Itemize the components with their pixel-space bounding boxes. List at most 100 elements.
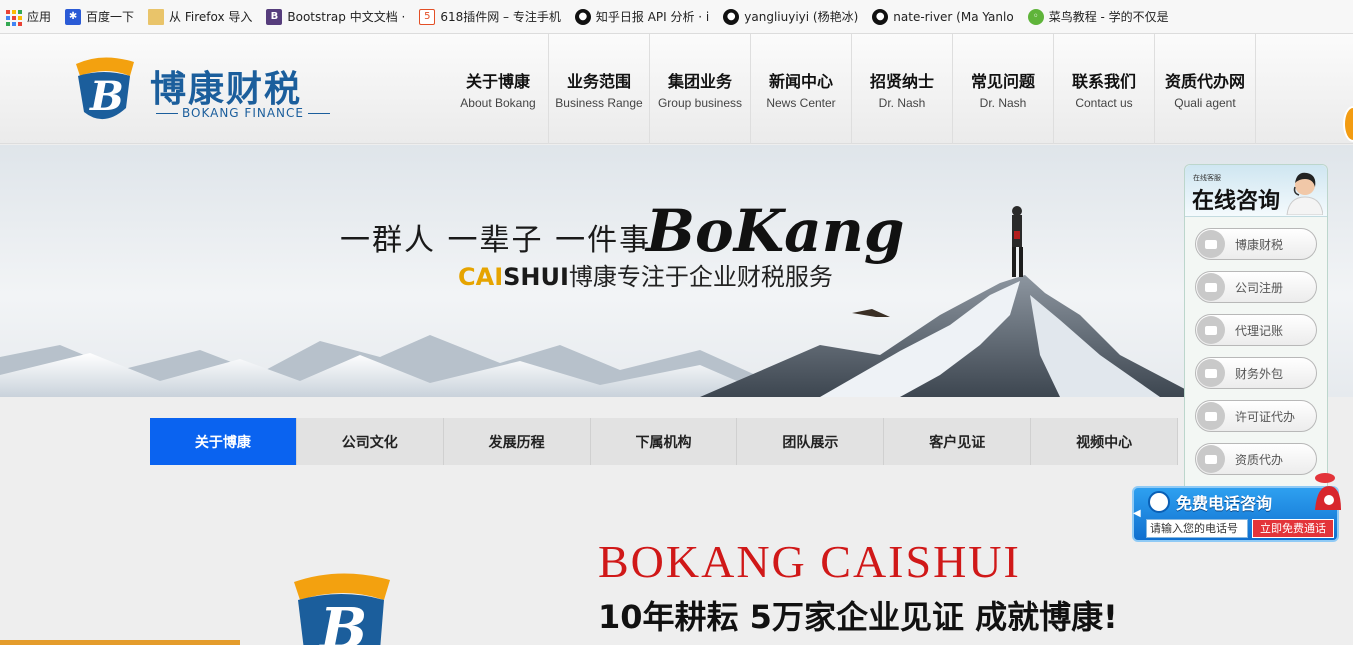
nav-label-en: Group business	[657, 96, 743, 110]
tagline-cai: CAI	[458, 263, 504, 291]
consult-header: 在线客服 在线咨询	[1185, 165, 1327, 217]
nav-label-cn: 关于博康	[465, 72, 530, 91]
nav-label-en: Business Range	[555, 96, 643, 110]
tab-about-bokang[interactable]: 关于博康	[150, 418, 297, 465]
bookmark-label: Bootstrap 中文文档 ·	[287, 10, 406, 24]
nav-contact[interactable]: 联系我们 Contact us	[1054, 34, 1155, 144]
nav-faq[interactable]: 常见问题 Dr. Nash	[953, 34, 1054, 144]
html5-icon: 5	[419, 8, 436, 25]
nav-label-cn: 新闻中心	[768, 72, 833, 91]
nav-label-cn: 招贤纳士	[869, 72, 934, 91]
chat-bubble-icon	[1197, 445, 1225, 473]
consult-item-bokang[interactable]: 博康财税	[1195, 228, 1317, 260]
consult-list: 博康财税 公司注册 代理记账 财务外包 许可证代办 资质代办	[1195, 228, 1317, 486]
tab-testimonials[interactable]: 客户见证	[884, 418, 1032, 465]
svg-text:B: B	[318, 596, 367, 645]
bookmark-label: 应用	[27, 10, 52, 24]
phone-logo-icon	[1148, 491, 1170, 513]
bookmark-label: 菜鸟教程 - 学的不仅是	[1048, 10, 1169, 24]
tab-team[interactable]: 团队展示	[737, 418, 885, 465]
svg-text:B: B	[89, 73, 124, 120]
phone-number-input[interactable]: 请输入您的电话号	[1146, 519, 1248, 538]
support-agent-icon	[1286, 172, 1323, 215]
tab-history[interactable]: 发展历程	[444, 418, 591, 465]
bookmark-bootstrap[interactable]: B Bootstrap 中文文档 ·	[266, 8, 405, 25]
nav-label-cn: 业务范围	[566, 72, 631, 91]
nav-qualification-agent[interactable]: 资质代办网 Quali agent	[1155, 34, 1256, 144]
nav-label-en: Dr. Nash	[979, 96, 1027, 110]
banner-slogan: 一群人 一辈子 一件事	[340, 223, 652, 258]
nav-label-en: News Center	[766, 96, 836, 110]
consult-item-label: 财务外包	[1235, 366, 1284, 381]
chat-bubble-icon	[1197, 230, 1225, 258]
bookmarks-bar: 应用 ✱ 百度一下 从 Firefox 导入 B Bootstrap 中文文档 …	[0, 0, 1353, 34]
consult-item-outsourcing[interactable]: 财务外包	[1195, 357, 1317, 389]
chat-bubble-icon	[1197, 402, 1225, 430]
bookmark-yangliuyiyi[interactable]: ● yangliuyiyi (杨艳冰)	[723, 8, 858, 25]
nav-group-business[interactable]: 集团业务 Group business	[650, 34, 751, 144]
consult-item-registration[interactable]: 公司注册	[1195, 271, 1317, 303]
nav-recruitment[interactable]: 招贤纳士 Dr. Nash	[852, 34, 953, 144]
banner-brand: BoKang	[646, 197, 905, 265]
collapse-arrow-icon[interactable]: ◀	[1133, 504, 1143, 524]
site-logo[interactable]: B 博康财税 BOKANG FINANCE	[72, 54, 342, 126]
hero-banner: 一群人 一辈子 一件事 BoKang CAISHUI博康专注于企业财税服务	[0, 145, 1353, 397]
logo-subtitle: BOKANG FINANCE	[152, 106, 334, 120]
runoob-icon: ◦	[1027, 8, 1044, 25]
bookmark-runoob[interactable]: ◦ 菜鸟教程 - 学的不仅是	[1027, 8, 1169, 25]
tagline-text: 博康专注于企业财税服务	[568, 263, 833, 291]
consult-item-label: 许可证代办	[1235, 409, 1296, 424]
logo-b-icon: B	[76, 57, 134, 120]
side-float-tab[interactable]	[1343, 106, 1353, 142]
free-phone-consult-widget: ◀ 免费电话咨询 请输入您的电话号 立即免费通话	[1132, 473, 1341, 542]
consult-item-qualification[interactable]: 资质代办	[1195, 443, 1317, 475]
bookmark-618[interactable]: 5 618插件网 – 专注手机	[419, 8, 561, 25]
consult-item-bookkeeping[interactable]: 代理记账	[1195, 314, 1317, 346]
content-title: BOKANG CAISHUI	[598, 536, 1021, 587]
bookmark-label: 618插件网 – 专注手机	[440, 10, 561, 24]
bookmark-label: 从 Firefox 导入	[169, 10, 253, 24]
bookmark-firefox-import[interactable]: 从 Firefox 导入	[148, 8, 252, 25]
nav-label-cn: 集团业务	[667, 72, 732, 91]
tab-video-center[interactable]: 视频中心	[1031, 418, 1179, 465]
chat-bubble-icon	[1197, 273, 1225, 301]
bookmark-nate-river[interactable]: ● nate-river (Ma Yanlo	[872, 8, 1014, 25]
bottom-float-bar[interactable]	[0, 640, 240, 645]
nav-news-center[interactable]: 新闻中心 News Center	[751, 34, 852, 144]
bootstrap-icon: B	[266, 8, 283, 25]
bookmark-apps[interactable]: 应用	[6, 8, 52, 26]
apps-icon	[6, 9, 22, 26]
consult-item-label: 公司注册	[1235, 280, 1284, 295]
tab-subsidiaries[interactable]: 下属机构	[591, 418, 738, 465]
phone-consult-title: 免费电话咨询	[1176, 494, 1273, 513]
nav-label-cn: 资质代办网	[1164, 72, 1245, 91]
online-consult-panel: 在线客服 在线咨询 博康财税 公司注册 代理记账 财务外包 许可证代办 资质代办	[1184, 164, 1328, 500]
bookmark-label: yangliuyiyi (杨艳冰)	[744, 10, 859, 24]
bookmark-zhihu-api[interactable]: ● 知乎日报 API 分析 · i	[574, 8, 710, 25]
nav-label-cn: 常见问题	[970, 72, 1035, 91]
free-call-button[interactable]: 立即免费通话	[1252, 519, 1334, 538]
chat-bubble-icon	[1197, 316, 1225, 344]
main-nav: 关于博康 About Bokang 业务范围 Business Range 集团…	[448, 34, 1256, 144]
nav-label-en: Contact us	[1075, 96, 1133, 110]
nav-about[interactable]: 关于博康 About Bokang	[448, 34, 549, 144]
bookmark-label: 知乎日报 API 分析 · i	[595, 10, 710, 24]
bookmark-baidu[interactable]: ✱ 百度一下	[65, 8, 134, 25]
folder-icon	[148, 8, 165, 25]
github-icon: ●	[723, 8, 740, 25]
nav-business-range[interactable]: 业务范围 Business Range	[549, 34, 650, 144]
nav-label-en: Quali agent	[1174, 96, 1236, 110]
tab-company-culture[interactable]: 公司文化	[297, 418, 444, 465]
logo-name: 博康财税	[150, 69, 303, 110]
nav-label-en: Dr. Nash	[878, 96, 926, 110]
nav-label-en: About Bokang	[460, 96, 536, 110]
content-logo-icon: B	[294, 573, 390, 645]
consult-title: 在线咨询	[1192, 189, 1281, 214]
consult-item-license[interactable]: 许可证代办	[1195, 400, 1317, 432]
tagline-shui: SHUI	[503, 263, 569, 291]
banner-tagline: CAISHUI博康专注于企业财税服务	[458, 257, 833, 292]
baidu-paw-icon: ✱	[65, 8, 82, 25]
site-header: B 博康财税 BOKANG FINANCE 关于博康 About Bokang …	[0, 34, 1353, 144]
bookmark-label: nate-river (Ma Yanlo	[893, 9, 1014, 24]
content-subtitle: 10年耕耘 5万家企业见证 成就博康!	[598, 598, 1118, 636]
